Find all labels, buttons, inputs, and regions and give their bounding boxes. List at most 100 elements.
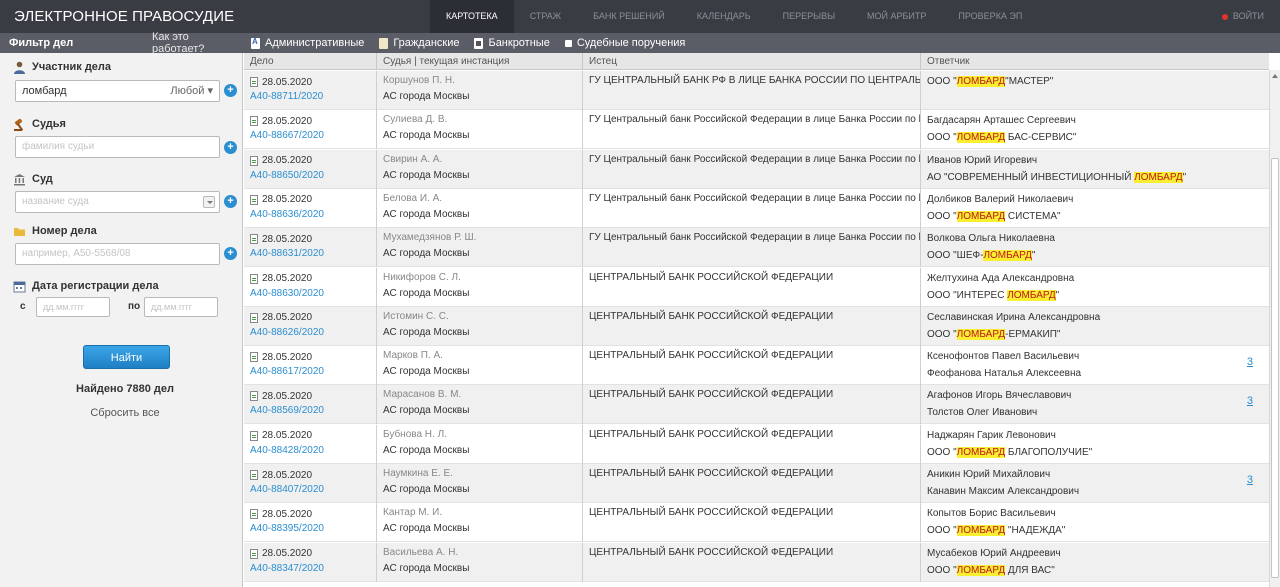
table-row[interactable]: 28.05.2020 А40-88428/2020 Бубнова Н. Л. АС …	[244, 424, 1269, 464]
judge-section: Судья	[0, 116, 243, 132]
case-number-link[interactable]: А40-88667/2020	[250, 128, 370, 143]
nav-strazh[interactable]: СТРАЖ	[514, 0, 577, 33]
add-judge-button[interactable]: +	[224, 141, 237, 154]
date-to-input[interactable]: дд.мм.гггг	[144, 297, 218, 317]
nav-breaks[interactable]: ПЕРЕРЫВЫ	[767, 0, 851, 33]
plaintiff-cell: ГУ ЦЕНТРАЛЬНЫЙ БАНК РФ В ЛИЦЕ БАНКА РОСС…	[583, 71, 921, 110]
document-icon[interactable]	[250, 273, 258, 284]
respondent-cell: Желтухина Ада Александровна ООО "ИНТЕРЕС …	[921, 268, 1269, 307]
login-link[interactable]: ВОЙТИ	[1221, 0, 1264, 33]
document-icon[interactable]	[250, 430, 258, 441]
respondent-text: Агафонов Игорь Вячеславович	[927, 390, 1072, 402]
participant-role-select[interactable]: Любой ▾	[170, 81, 213, 101]
document-icon[interactable]	[250, 155, 258, 166]
nav-bank-resheniy[interactable]: БАНК РЕШЕНИЙ	[577, 0, 681, 33]
nav-kartoteka[interactable]: КАРТОТЕКА	[430, 0, 514, 33]
case-number-link[interactable]: А40-88626/2020	[250, 325, 370, 340]
table-row[interactable]: 28.05.2020 А40-88630/2020 Никифоров С. Л. А…	[244, 267, 1269, 307]
case-number-link[interactable]: А40-88407/2020	[250, 482, 370, 497]
table-row[interactable]: 28.05.2020 А40-88395/2020 Кантар М. И. АС г…	[244, 503, 1269, 543]
case-number-link[interactable]: А40-88428/2020	[250, 443, 370, 458]
case-date: 28.05.2020	[250, 389, 370, 403]
case-number-link[interactable]: А40-88650/2020	[250, 168, 370, 183]
case-cell: 28.05.2020 А40-88407/2020	[244, 464, 377, 503]
nav-calendar[interactable]: КАЛЕНДАРЬ	[681, 0, 767, 33]
table-row[interactable]: 28.05.2020 А40-88626/2020 Истомин С. С. АС …	[244, 306, 1269, 346]
how-it-works-link[interactable]: Как это работает?	[152, 31, 242, 55]
person-icon	[14, 61, 25, 74]
respondent-text: -ЕРМАКИП"	[1005, 328, 1061, 340]
table-row[interactable]: 28.05.2020 А40-88347/2020 Васильева А. Н. А…	[244, 542, 1269, 582]
site-brand[interactable]: ЭЛЕКТРОННОЕ ПРАВОСУДИЕ	[0, 8, 430, 25]
respondent-text: ООО "	[927, 564, 957, 576]
table-row[interactable]: 28.05.2020 А40-88631/2020 Мухамедзянов Р. …	[244, 228, 1269, 268]
document-icon[interactable]	[250, 194, 258, 205]
case-number-link[interactable]: А40-88347/2020	[250, 561, 370, 576]
case-number-link[interactable]: А40-88631/2020	[250, 246, 370, 261]
nav-moy-arbitr[interactable]: МОЙ АРБИТР	[851, 0, 942, 33]
respondent-text: "	[1031, 250, 1036, 262]
case-number-link[interactable]: А40-88569/2020	[250, 403, 370, 418]
header-respondent[interactable]: Ответчик	[921, 53, 1269, 70]
case-date: 28.05.2020	[250, 232, 370, 246]
header-plaintiff[interactable]: Истец	[583, 53, 921, 70]
category-civil[interactable]: Гражданские	[379, 37, 459, 49]
table-row[interactable]: 28.05.2020 А40-88650/2020 Свирин А. А. АС г…	[244, 149, 1269, 189]
case-number-input[interactable]: например, А50-5568/08	[15, 243, 220, 265]
add-court-button[interactable]: +	[224, 195, 237, 208]
plaintiff-name: ЦЕНТРАЛЬНЫЙ БАНК РОССИЙСКОЙ ФЕДЕРАЦИИ	[589, 271, 834, 283]
scroll-up-icon[interactable]	[1272, 74, 1278, 78]
document-icon[interactable]	[250, 312, 258, 323]
document-icon[interactable]	[250, 352, 258, 363]
court-dropdown-caret-icon[interactable]	[203, 196, 215, 208]
more-respondents-link[interactable]: 3	[1247, 356, 1253, 368]
scroll-thumb[interactable]	[1271, 158, 1279, 578]
add-participant-button[interactable]: +	[224, 84, 237, 97]
table-scrollbar[interactable]	[1269, 70, 1280, 587]
category-bankruptcy[interactable]: Банкротные	[474, 37, 550, 49]
respondent-text: Аникин Юрий Михайлович	[927, 469, 1051, 480]
header-case[interactable]: Дело	[244, 53, 377, 70]
date-from-label: с	[20, 301, 26, 312]
table-row[interactable]: 28.05.2020 А40-88636/2020 Белова И. А. АС г…	[244, 188, 1269, 228]
case-number-link[interactable]: А40-88395/2020	[250, 521, 370, 536]
respondent-line-2: Толстов Олег Иванович	[927, 405, 1263, 420]
respondent-text: Долбиков Валерий Николаевич	[927, 193, 1074, 205]
document-icon[interactable]	[250, 470, 258, 480]
respondent-text: СИСТЕМА"	[1005, 210, 1061, 222]
document-icon[interactable]	[250, 116, 258, 127]
case-number-link[interactable]: А40-88636/2020	[250, 207, 370, 222]
search-highlight: ЛОМБАРД	[1134, 171, 1183, 183]
date-from-input[interactable]: дд.мм.гггг	[36, 297, 110, 317]
add-case-number-button[interactable]: +	[224, 247, 237, 260]
document-icon[interactable]	[250, 548, 258, 559]
find-button[interactable]: Найти	[83, 345, 170, 369]
reset-all-link[interactable]: Сбросить все	[0, 407, 250, 419]
document-icon[interactable]	[250, 509, 258, 520]
court-name: АС города Москвы	[383, 130, 470, 142]
more-respondents-link[interactable]: 3	[1247, 395, 1253, 407]
top-bar: ЭЛЕКТРОННОЕ ПРАВОСУДИЕ КАРТОТЕКА СТРАЖ Б…	[0, 0, 1280, 33]
table-row[interactable]: 28.05.2020 А40-88617/2020 Марков П. А. АС г…	[244, 346, 1269, 386]
table-row[interactable]: 28.05.2020 А40-88711/2020 Коршунов П. Н. АС…	[244, 71, 1269, 110]
case-number-link[interactable]: А40-88711/2020	[250, 89, 370, 104]
header-judge[interactable]: Судья | текущая инстанция	[377, 53, 583, 70]
judge-input[interactable]: фамилия судьи	[15, 136, 220, 158]
more-respondents-link[interactable]: 3	[1247, 474, 1253, 486]
category-court-orders[interactable]: Судебные поручения	[564, 37, 685, 49]
document-icon[interactable]	[250, 391, 258, 402]
document-icon[interactable]	[250, 77, 258, 87]
court-select[interactable]: название суда	[15, 191, 220, 213]
participant-input[interactable]: ломбард Любой ▾	[15, 80, 220, 102]
table-row[interactable]: 28.05.2020 А40-88407/2020 Наумкина Е. Е. АС…	[244, 464, 1269, 503]
document-icon[interactable]	[250, 234, 258, 245]
table-row[interactable]: 28.05.2020 А40-88569/2020 Марасанов В. М. А…	[244, 385, 1269, 425]
category-administrative[interactable]: Административные	[251, 37, 364, 49]
judge-name: Коршунов П. Н.	[383, 75, 455, 86]
table-row[interactable]: 28.05.2020 А40-88667/2020 Сулиева Д. В. АС …	[244, 110, 1269, 150]
case-number-link[interactable]: А40-88630/2020	[250, 286, 370, 301]
case-number-link[interactable]: А40-88617/2020	[250, 364, 370, 379]
nav-check-signature[interactable]: ПРОВЕРКА ЭП	[942, 0, 1038, 33]
respondent-line-1: Желтухина Ада Александровна	[927, 272, 1263, 288]
respondent-text: "	[1055, 289, 1060, 301]
